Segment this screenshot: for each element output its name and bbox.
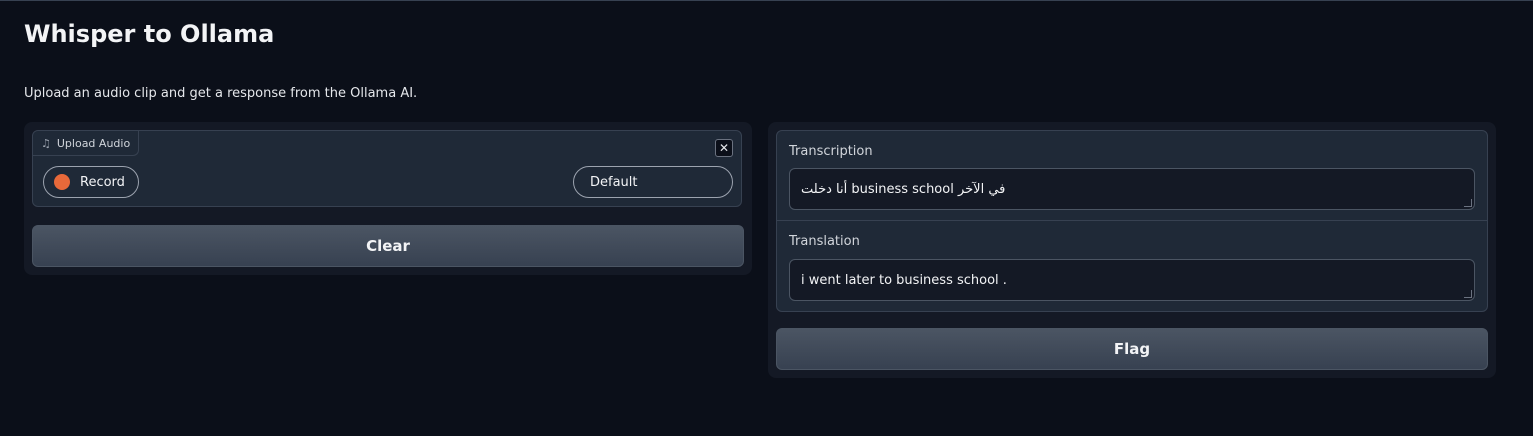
translation-label: Translation <box>789 234 860 249</box>
input-panel: ♫ Upload Audio ✕ Record Default Clear <box>24 122 752 275</box>
page-description: Upload an audio clip and get a response … <box>24 86 418 101</box>
resize-handle-icon[interactable] <box>1464 199 1472 207</box>
translation-textbox[interactable]: i went later to business school . <box>789 259 1475 301</box>
transcription-textbox[interactable]: أنا دخلت business school في الآخر <box>789 168 1475 210</box>
output-fields-group: Transcription أنا دخلت business school ف… <box>776 130 1488 312</box>
microphone-select[interactable]: Default <box>573 166 733 198</box>
translation-text: i went later to business school . <box>801 272 1007 288</box>
page-title: Whisper to Ollama <box>24 20 275 48</box>
resize-handle-icon[interactable] <box>1464 290 1472 298</box>
music-note-icon: ♫ <box>41 136 51 150</box>
record-dot-icon <box>54 174 70 190</box>
audio-input-block: ♫ Upload Audio ✕ Record Default <box>32 130 742 207</box>
flag-button[interactable]: Flag <box>776 328 1488 370</box>
record-label: Record <box>80 174 125 190</box>
top-border <box>0 0 1533 1</box>
transcription-text: أنا دخلت business school في الآخر <box>801 181 1006 197</box>
audio-tab: ♫ Upload Audio <box>33 131 140 156</box>
record-button[interactable]: Record <box>43 166 139 198</box>
clear-button[interactable]: Clear <box>32 225 744 267</box>
transcription-label: Transcription <box>789 144 873 159</box>
close-audio-button[interactable]: ✕ <box>715 139 733 157</box>
microphone-select-value: Default <box>590 174 638 190</box>
audio-tab-label: Upload Audio <box>56 136 131 150</box>
output-panel: Transcription أنا دخلت business school ف… <box>768 122 1496 378</box>
field-divider <box>777 220 1487 221</box>
